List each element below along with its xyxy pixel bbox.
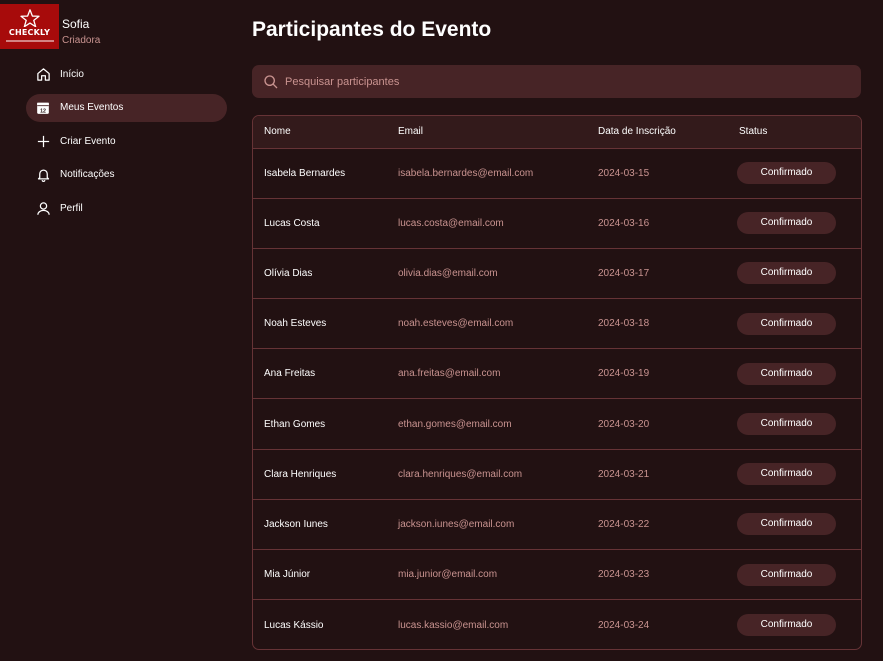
- sidebar-item-notificacoes[interactable]: Notificações: [26, 161, 227, 189]
- logo-tagline: [5, 40, 54, 42]
- page-title: Participantes do Evento: [252, 18, 492, 41]
- status-badge[interactable]: Confirmado: [737, 513, 836, 536]
- bell-icon: [35, 167, 51, 183]
- svg-text:12: 12: [40, 108, 46, 114]
- plus-icon: [35, 133, 51, 149]
- participant-email: jackson.iunes@email.com: [398, 518, 515, 530]
- logo-text: CHECKLY: [8, 28, 51, 37]
- status-badge[interactable]: Confirmado: [737, 413, 836, 436]
- table-row: Lucas Costa lucas.costa@email.com 2024-0…: [253, 198, 861, 248]
- participant-name: Jackson Iunes: [264, 518, 328, 530]
- participant-email: lucas.costa@email.com: [398, 217, 504, 229]
- participant-name: Ethan Gomes: [264, 418, 326, 430]
- status-badge[interactable]: Confirmado: [737, 312, 836, 335]
- table-row: Clara Henriques clara.henriques@email.co…: [253, 449, 861, 499]
- registration-date: 2024-03-20: [598, 418, 650, 430]
- sidebar-item-label: Meus Eventos: [60, 102, 124, 113]
- participant-name: Ana Freitas: [264, 368, 316, 380]
- column-header-data: Data de Inscrição: [598, 126, 676, 138]
- sidebar: CHECKLY Sofia Criadora Início 12 Meus Ev…: [0, 0, 240, 661]
- status-badge[interactable]: Confirmado: [737, 162, 836, 185]
- status-badge[interactable]: Confirmado: [737, 563, 836, 586]
- table-row: Mia Júnior mia.junior@email.com 2024-03-…: [253, 549, 861, 600]
- registration-date: 2024-03-21: [598, 468, 650, 480]
- search-input[interactable]: [285, 75, 845, 88]
- table-row: Noah Esteves noah.esteves@email.com 2024…: [253, 298, 861, 349]
- participant-name: Lucas Kássio: [264, 619, 324, 631]
- registration-date: 2024-03-16: [598, 217, 650, 229]
- column-header-email: Email: [398, 126, 424, 138]
- table-row: Ethan Gomes ethan.gomes@email.com 2024-0…: [253, 398, 861, 449]
- user-name: Sofia: [62, 17, 90, 31]
- home-icon: [35, 66, 51, 82]
- participant-name: Clara Henriques: [264, 468, 337, 480]
- sidebar-nav: Início 12 Meus Eventos Criar Evento Noti…: [26, 60, 227, 228]
- column-header-nome: Nome: [264, 126, 291, 138]
- table-row: Olívia Dias olivia.dias@email.com 2024-0…: [253, 248, 861, 298]
- sidebar-item-label: Criar Evento: [60, 135, 116, 147]
- participants-table: Nome Email Data de Inscrição Status Isab…: [252, 115, 862, 650]
- participant-email: mia.junior@email.com: [398, 569, 498, 581]
- registration-date: 2024-03-17: [598, 267, 650, 279]
- participant-name: Isabela Bernardes: [264, 167, 346, 179]
- user-icon: [35, 200, 51, 216]
- participant-name: Noah Esteves: [264, 318, 327, 330]
- sidebar-item-label: Perfil: [60, 202, 83, 214]
- search-bar[interactable]: [252, 65, 861, 98]
- status-badge[interactable]: Confirmado: [737, 262, 836, 285]
- participant-name: Lucas Costa: [264, 217, 320, 229]
- status-badge[interactable]: Confirmado: [737, 362, 836, 385]
- app-root: CHECKLY Sofia Criadora Início 12 Meus Ev…: [0, 0, 883, 661]
- sidebar-item-inicio[interactable]: Início: [26, 60, 227, 88]
- search-icon: [264, 74, 278, 88]
- registration-date: 2024-03-15: [598, 167, 650, 179]
- participant-name: Mia Júnior: [264, 569, 311, 581]
- column-header-status: Status: [739, 126, 768, 138]
- participant-email: clara.henriques@email.com: [398, 468, 523, 480]
- table-row: Lucas Kássio lucas.kassio@email.com 2024…: [253, 599, 861, 649]
- status-badge[interactable]: Confirmado: [737, 614, 836, 637]
- status-badge[interactable]: Confirmado: [737, 463, 836, 486]
- table-row: Isabela Bernardes isabela.bernardes@emai…: [253, 148, 861, 198]
- participant-email: ethan.gomes@email.com: [398, 418, 512, 430]
- app-logo: CHECKLY: [0, 4, 59, 49]
- participant-email: ana.freitas@email.com: [398, 368, 501, 380]
- registration-date: 2024-03-18: [598, 318, 650, 330]
- calendar-icon: 12: [35, 100, 51, 116]
- registration-date: 2024-03-23: [598, 569, 650, 581]
- registration-date: 2024-03-19: [598, 368, 650, 380]
- participant-email: noah.esteves@email.com: [398, 318, 514, 330]
- participant-email: isabela.bernardes@email.com: [398, 167, 534, 179]
- status-badge[interactable]: Confirmado: [737, 212, 836, 235]
- table-header-row: Nome Email Data de Inscrição Status: [253, 116, 861, 148]
- participant-name: Olívia Dias: [264, 267, 313, 279]
- user-role: Criadora: [62, 35, 101, 46]
- registration-date: 2024-03-22: [598, 518, 650, 530]
- participant-email: olivia.dias@email.com: [398, 267, 498, 279]
- sidebar-item-meus-eventos[interactable]: 12 Meus Eventos: [26, 93, 227, 122]
- registration-date: 2024-03-24: [598, 619, 650, 631]
- sidebar-item-criar-evento[interactable]: Criar Evento: [26, 127, 227, 155]
- star-icon: [19, 9, 40, 27]
- participant-email: lucas.kassio@email.com: [398, 619, 509, 631]
- sidebar-item-label: Notificações: [60, 169, 115, 180]
- table-row: Jackson Iunes jackson.iunes@email.com 20…: [253, 499, 861, 549]
- sidebar-item-perfil[interactable]: Perfil: [26, 194, 227, 222]
- sidebar-item-label: Início: [60, 68, 84, 80]
- table-row: Ana Freitas ana.freitas@email.com 2024-0…: [253, 348, 861, 399]
